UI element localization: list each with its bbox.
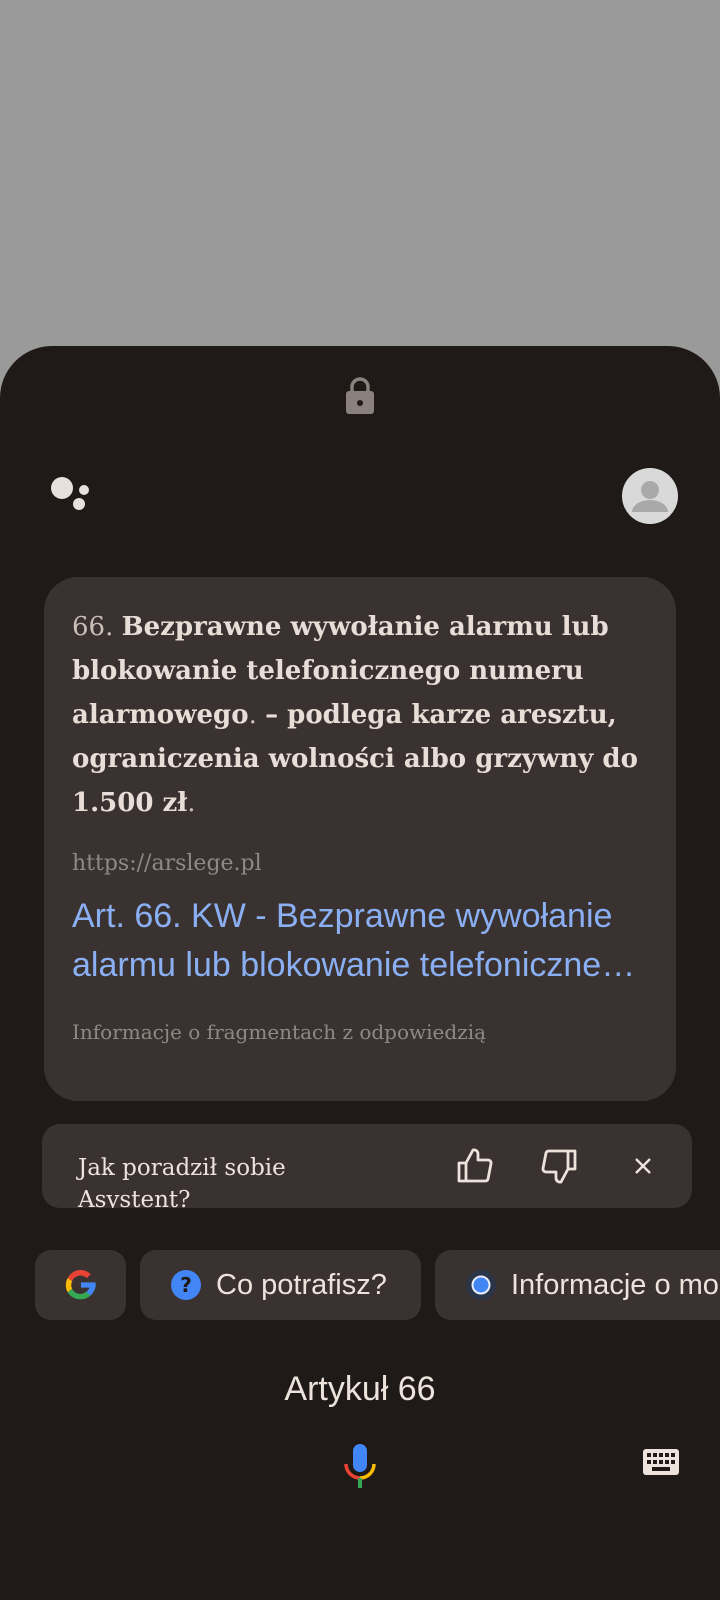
- thumbs-up-icon: [457, 1148, 493, 1183]
- keyboard-icon[interactable]: [642, 1448, 680, 1476]
- chip-label: Co potrafisz?: [216, 1268, 387, 1301]
- close-icon: [635, 1158, 651, 1174]
- source-url: https://arslege.pl: [72, 851, 262, 876]
- google-assistant-logo-icon: [51, 477, 89, 510]
- thumbs-down-icon: [541, 1149, 577, 1184]
- chip-label: Informacje o mo: [511, 1268, 719, 1301]
- dismiss-feedback-button[interactable]: [619, 1142, 667, 1190]
- query-text: Artykuł 66: [284, 1370, 436, 1408]
- answer-snippet: 66. Bezprawne wywołanie alarmu lub bloko…: [72, 605, 652, 825]
- microphone-icon[interactable]: [342, 1442, 378, 1490]
- snippet-info-link[interactable]: Informacje o fragmentach z odpowiedzią: [72, 1020, 648, 1044]
- assistant-sheet: 66. Bezprawne wywołanie alarmu lub bloko…: [0, 346, 720, 1600]
- chip-what-can-you-do[interactable]: ? Co potrafisz?: [140, 1250, 421, 1320]
- thumbs-down-button[interactable]: [535, 1142, 583, 1190]
- account-avatar[interactable]: [622, 468, 678, 524]
- snippet-plain-2: .: [187, 788, 196, 818]
- feedback-bar: Jak poradził sobie Asystent?: [42, 1124, 692, 1208]
- answer-card[interactable]: 66. Bezprawne wywołanie alarmu lub bloko…: [44, 577, 676, 1101]
- lock-icon: [346, 377, 374, 414]
- help-icon: ?: [170, 1269, 202, 1301]
- snippet-plain-1: .: [248, 700, 266, 730]
- chip-google-search[interactable]: [35, 1250, 126, 1320]
- svg-text:?: ?: [180, 1273, 192, 1297]
- snippet-number: 66.: [72, 612, 122, 642]
- person-icon: [632, 481, 668, 512]
- dot-icon: [465, 1269, 497, 1301]
- feedback-question: Jak poradził sobie Asystent?: [78, 1155, 286, 1208]
- chip-info[interactable]: Informacje o mo: [435, 1250, 720, 1320]
- source-title-link[interactable]: Art. 66. KW - Bezprawne wywołanie alarmu…: [72, 892, 648, 990]
- google-g-icon: [65, 1269, 96, 1300]
- suggestion-chips: ? Co potrafisz? Informacje o mo: [0, 1250, 720, 1322]
- thumbs-up-button[interactable]: [451, 1142, 499, 1190]
